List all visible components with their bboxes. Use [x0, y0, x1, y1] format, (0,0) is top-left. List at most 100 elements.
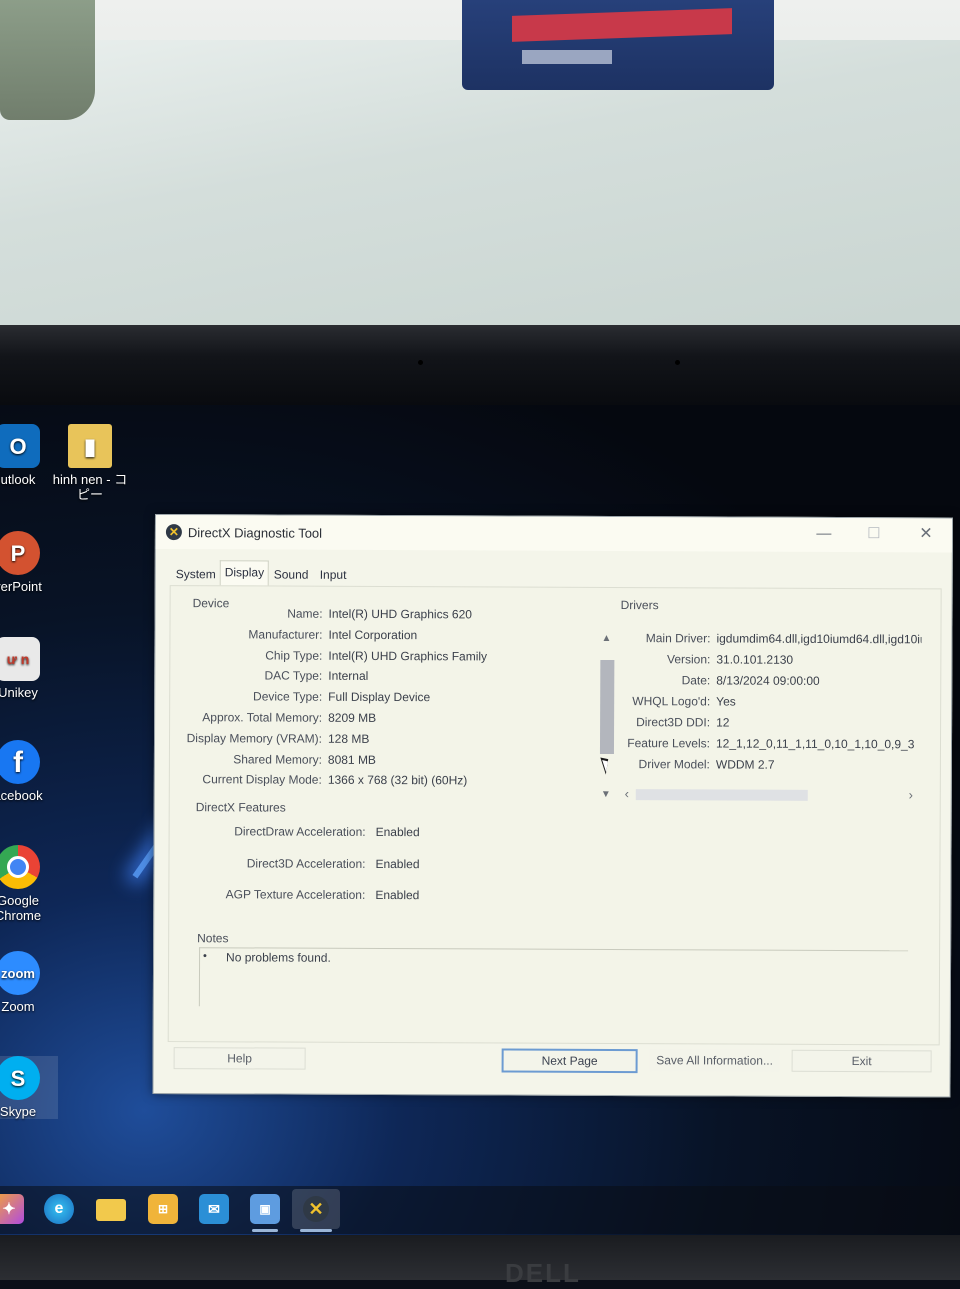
desktop-icon-label: Unikey	[0, 685, 58, 700]
title-bar[interactable]: ✕ DirectX Diagnostic Tool — ☐ ✕	[156, 515, 952, 552]
device-row-value: Intel Corporation	[328, 628, 417, 642]
device-row-value: Intel(R) UHD Graphics Family	[328, 648, 487, 663]
display-panel: Device Name:Intel(R) UHD Graphics 620Man…	[168, 585, 942, 1045]
directx-logo-icon: ✕	[166, 524, 182, 540]
driver-row-label: Date:	[682, 673, 711, 687]
device-row: Display Memory (VRAM):128 MB	[170, 731, 930, 734]
device-row-label: Chip Type:	[265, 648, 322, 662]
device-row-label: Shared Memory:	[233, 752, 322, 766]
driver-row-value: 8/13/2024 09:00:00	[716, 673, 819, 687]
driver-row-value: 12	[716, 715, 729, 729]
device-row-value: Full Display Device	[328, 690, 430, 704]
driver-row-label: Version:	[667, 652, 710, 666]
device-row-value: 128 MB	[328, 732, 369, 746]
file-explorer-icon[interactable]	[96, 1199, 126, 1221]
desktop-icon-unikey[interactable]: ư n Unikey	[0, 637, 58, 700]
bullet-icon: •	[203, 950, 207, 962]
taskbar-running-indicator	[252, 1229, 278, 1232]
tab-sound[interactable]: Sound	[270, 564, 313, 586]
chrome-icon	[0, 845, 40, 889]
skype-icon: S	[0, 1056, 40, 1100]
exit-button[interactable]: Exit	[792, 1050, 932, 1073]
save-all-information-button[interactable]: Save All Information...	[650, 1049, 780, 1072]
help-button[interactable]: Help	[174, 1047, 306, 1070]
device-info-list: Name:Intel(R) UHD Graphics 620Manufactur…	[171, 586, 941, 589]
sensor-dot-icon	[675, 360, 680, 365]
remote-desktop-icon[interactable]: ▣	[250, 1194, 280, 1224]
device-row-label: DAC Type:	[264, 669, 322, 683]
device-group-heading: Device	[193, 596, 230, 610]
close-button[interactable]: ✕	[906, 522, 946, 546]
driver-row-value: 12_1,12_0,11_1,11_0,10_1,10_0,9_3	[716, 736, 914, 751]
notes-heading: Notes	[197, 931, 228, 945]
tab-display[interactable]: Display	[220, 560, 269, 586]
directx-taskbar-button[interactable]: ✕	[292, 1189, 340, 1229]
device-row-value: 8209 MB	[328, 711, 376, 725]
desktop-icon-facebook[interactable]: f acebook	[0, 740, 58, 803]
device-row-label: Current Display Mode:	[202, 773, 321, 788]
store-icon[interactable]: ⊞	[148, 1194, 178, 1224]
device-row: Device Type:Full Display Device	[170, 689, 930, 692]
feature-row-label: DirectDraw Acceleration:	[234, 824, 365, 839]
facebook-icon: f	[0, 740, 40, 784]
directx-features-list: DirectDraw Acceleration:EnabledDirect3D …	[171, 586, 941, 589]
scroll-left-arrow-icon[interactable]: ‹	[620, 786, 634, 802]
device-scrollbar[interactable]: ▲ ▼	[598, 632, 615, 802]
driver-row-value: WDDM 2.7	[716, 757, 775, 771]
desktop-icon-zoom[interactable]: zoom Zoom	[0, 951, 58, 1014]
desktop-icon-skype[interactable]: S Skype	[0, 1056, 58, 1119]
device-row: Chip Type:Intel(R) UHD Graphics Family	[170, 648, 930, 651]
feature-row-value: Enabled	[375, 888, 419, 902]
horizontal-scroll-thumb[interactable]	[636, 789, 808, 801]
camera-dot-icon	[418, 360, 423, 365]
copilot-icon[interactable]: ✦	[0, 1194, 24, 1224]
laptop-bottom-bezel	[0, 1235, 960, 1280]
driver-row-label: Feature Levels:	[627, 736, 710, 750]
driver-row-label: WHQL Logo'd:	[632, 694, 710, 708]
desktop-icon-chrome[interactable]: Google Chrome	[0, 845, 58, 923]
laptop-top-bezel	[0, 325, 960, 415]
dxdiag-window: ✕ DirectX Diagnostic Tool — ☐ ✕ System D…	[152, 514, 953, 1097]
tab-system[interactable]: System	[172, 563, 220, 585]
device-row: Manufacturer:Intel Corporation	[171, 627, 931, 630]
device-row-label: Manufacturer:	[248, 627, 322, 641]
driver-row-value: igdumdim64.dll,igd10iumd64.dll,igd10iu	[716, 631, 921, 646]
tab-input[interactable]: Input	[316, 564, 351, 586]
device-row-label: Approx. Total Memory:	[202, 710, 322, 725]
scroll-thumb[interactable]	[600, 660, 614, 754]
book-title-band	[512, 8, 732, 42]
minimize-button[interactable]: —	[804, 522, 844, 546]
directx-features-heading: DirectX Features	[196, 800, 286, 814]
device-row-value: Internal	[328, 669, 368, 683]
directx-icon: ✕	[303, 1196, 329, 1222]
scroll-up-arrow-icon[interactable]: ▲	[598, 632, 614, 646]
driver-row-label: Driver Model:	[639, 757, 710, 771]
driver-row-value: 31.0.101.2130	[716, 652, 793, 666]
feature-row-value: Enabled	[375, 856, 419, 870]
desktop-icon-label: verPoint	[0, 579, 58, 594]
laptop-logo: DELL	[505, 1258, 581, 1289]
outlook-icon: O	[0, 424, 40, 468]
driver-row-label: Main Driver:	[646, 631, 711, 645]
device-row: Name:Intel(R) UHD Graphics 620	[171, 606, 931, 609]
feature-row-label: AGP Texture Acceleration:	[226, 887, 366, 902]
next-page-button[interactable]: Next Page	[502, 1049, 638, 1074]
zoom-icon: zoom	[0, 951, 40, 995]
taskbar	[0, 1186, 960, 1234]
notes-box: • No problems found.	[199, 947, 908, 1009]
mail-icon[interactable]: ✉	[199, 1194, 229, 1224]
drivers-horizontal-scrollbar[interactable]: ‹ ›	[620, 786, 920, 803]
folder-icon: ▮	[68, 424, 112, 468]
window-title: DirectX Diagnostic Tool	[188, 525, 322, 541]
scroll-down-arrow-icon[interactable]: ▼	[598, 788, 614, 802]
desktop-icon-powerpoint[interactable]: P verPoint	[0, 531, 58, 594]
notes-item: No problems found.	[226, 950, 331, 964]
feature-row: Direct3D Acceleration:Enabled	[170, 856, 930, 859]
maximize-button[interactable]: ☐	[854, 522, 894, 546]
scroll-right-arrow-icon[interactable]: ›	[904, 787, 918, 803]
desktop-icon-label: Zoom	[0, 999, 58, 1014]
edge-icon[interactable]: e	[44, 1194, 74, 1224]
feature-row-label: Direct3D Acceleration:	[247, 856, 366, 871]
desktop-icon-hinh-nen[interactable]: ▮ hinh nen - コピー	[50, 424, 130, 502]
device-row-value: 1366 x 768 (32 bit) (60Hz)	[328, 773, 467, 788]
